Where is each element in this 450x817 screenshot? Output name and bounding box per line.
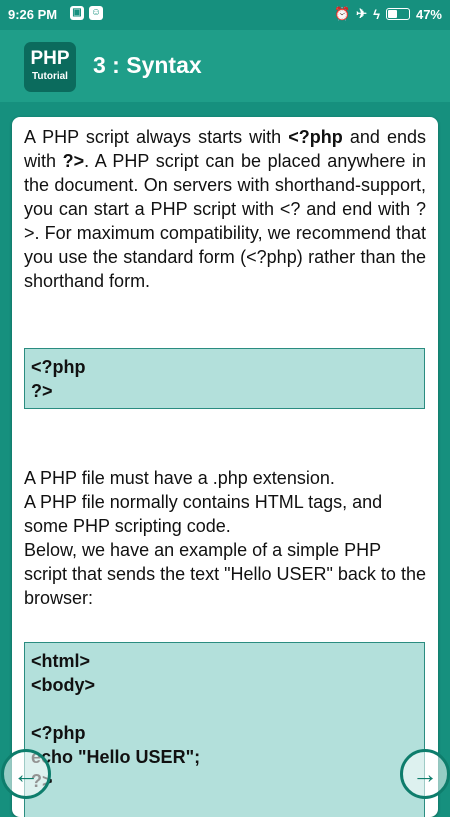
android-notification-icon: ☺ (89, 6, 103, 20)
php-file-paragraph: A PHP file must have a .php extension. A… (24, 466, 426, 610)
code-block-basic: <?php ?> (24, 348, 425, 409)
image-notification-icon: ▣ (70, 6, 84, 20)
airplane-mode-icon: ✈ (356, 6, 368, 21)
php-file-line-1: A PHP file must have a .php extension. (24, 468, 335, 488)
charging-icon: ϟ (373, 6, 380, 22)
next-button[interactable]: → (400, 749, 450, 799)
app-bar: PHP Tutorial 3 : Syntax (0, 30, 450, 102)
intro-text-1: A PHP script always starts with (24, 127, 289, 147)
intro-paragraph: A PHP script always starts with <?php an… (24, 125, 426, 293)
battery-icon (385, 8, 410, 20)
alarm-icon: ⏰ (333, 6, 351, 21)
page-title: 3 : Syntax (93, 52, 202, 78)
code-block-hello-user: <html> <body> <?php echo "Hello USER"; ?… (24, 642, 425, 817)
status-right: ⏰ ✈ ϟ 47% (334, 6, 442, 22)
arrow-left-icon: ← (13, 759, 39, 789)
logo-text-bottom: Tutorial (32, 71, 68, 82)
php-file-line-2: A PHP file normally contains HTML tags, … (24, 492, 383, 536)
content-card[interactable]: A PHP script always starts with <?php an… (12, 117, 438, 817)
battery-percent: 47% (415, 6, 442, 22)
php-file-line-3: Below, we have an example of a simple PH… (24, 540, 426, 608)
logo-text-top: PHP (30, 48, 70, 69)
php-close-tag: ?> (62, 151, 85, 171)
arrow-right-icon: → (412, 759, 438, 789)
status-bar: 9:26 PM ▣ ☺ ⏰ ✈ ϟ 47% (0, 0, 450, 30)
previous-button[interactable]: ← (1, 749, 51, 799)
intro-text-3: . A PHP script can be placed anywhere in… (24, 151, 426, 291)
php-tutorial-logo: PHP Tutorial (24, 42, 76, 92)
php-open-tag: <?php (288, 127, 343, 147)
status-time: 9:26 PM (8, 7, 58, 22)
